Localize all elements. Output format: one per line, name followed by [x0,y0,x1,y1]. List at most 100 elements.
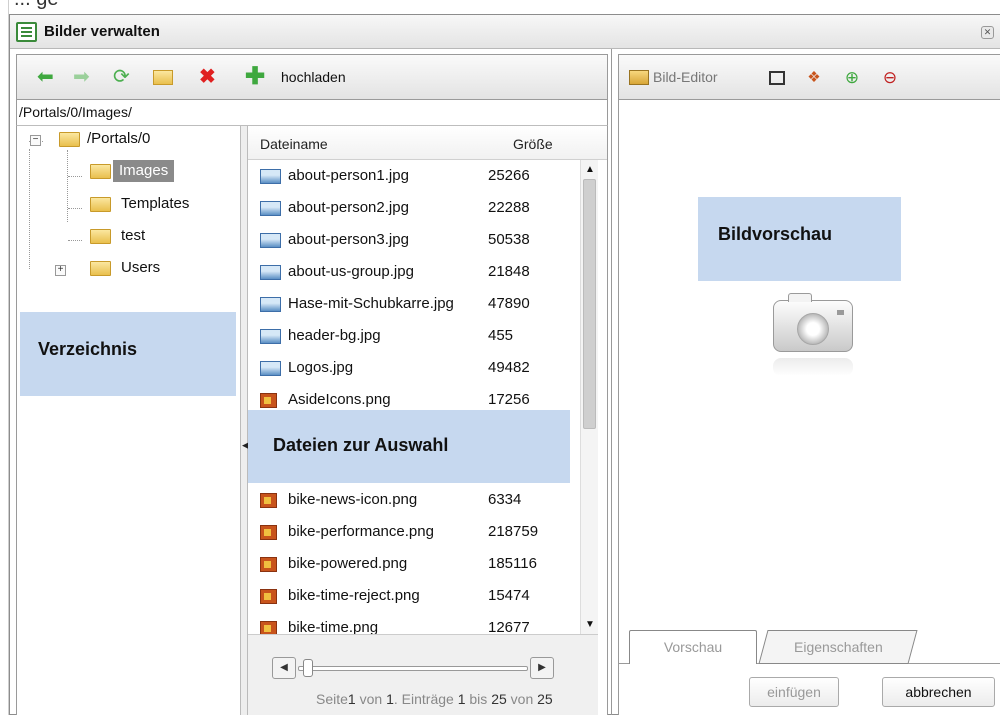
title-bar: Bilder verwalten ✕ [10,15,1000,49]
file-row[interactable]: bike-performance.png 218759 [260,520,580,544]
background-window-edge [0,0,9,715]
column-header-name[interactable]: Dateiname [260,136,328,152]
jpg-file-icon [260,201,281,216]
file-row[interactable]: about-person1.jpg 25266 [260,164,580,188]
file-size: 47890 [488,295,530,312]
file-name: bike-time-reject.png [288,587,420,604]
vertical-scrollbar[interactable]: ▲ ▼ [580,160,598,634]
file-row[interactable]: bike-powered.png 185116 [260,552,580,576]
jpg-file-icon [260,361,281,376]
horizontal-scroll-track[interactable] [298,666,528,671]
file-row[interactable]: about-person2.jpg 22288 [260,196,580,220]
camera-icon [773,293,853,352]
tab-vorschau[interactable]: Vorschau [629,630,757,664]
scroll-left-icon[interactable]: ◀ [272,657,296,679]
file-size: 218759 [488,523,539,540]
camera-reflection [773,358,853,376]
file-name: AsideIcons.png [288,391,391,408]
folder-tree: − /Portals/0 Images Templates test + Use… [16,126,241,715]
png-file-icon [260,393,277,408]
arrow-right-icon[interactable]: ➡ [73,66,90,88]
file-name: about-person1.jpg [288,167,409,184]
file-row[interactable]: bike-news-icon.png 6334 [260,488,580,512]
dialog-title: Bilder verwalten [44,23,160,40]
tree-collapse-toggle[interactable]: − [30,135,41,146]
file-name: bike-performance.png [288,523,434,540]
tree-item-templates[interactable]: Templates [121,193,189,215]
arrow-left-icon[interactable]: ⬅ [37,66,54,88]
folder-icon [90,229,111,244]
fit-to-window-icon[interactable] [769,71,785,85]
jpg-file-icon [260,265,281,280]
file-size: 21848 [488,263,530,280]
scroll-thumb[interactable] [583,179,596,429]
pane-splitter[interactable]: ◀ [240,126,249,715]
tree-item-root[interactable]: /Portals/0 [87,128,150,150]
file-name: about-person2.jpg [288,199,409,216]
file-name: about-us-group.jpg [288,263,414,280]
file-size: 15474 [488,587,530,604]
refresh-icon[interactable]: ⟳ [113,66,130,88]
file-name: about-person3.jpg [288,231,409,248]
zoom-out-icon[interactable]: ⊖ [881,69,899,87]
file-row[interactable]: bike-time-reject.png 15474 [260,584,580,608]
jpg-file-icon [260,233,281,248]
new-folder-icon[interactable] [153,66,173,88]
file-size: 25266 [488,167,530,184]
file-name: bike-powered.png [288,555,408,572]
tree-item-users[interactable]: Users [121,257,160,279]
tab-eigenschaften[interactable]: Eigenschaften [758,630,918,664]
file-name: header-bg.jpg [288,327,381,344]
file-row[interactable]: header-bg.jpg 455 [260,324,580,348]
png-file-icon [260,525,277,540]
pager-bar: ◀ ▶ Seite1 von 1. Einträge 1 bis 25 von … [248,634,598,715]
folder-icon [90,197,111,212]
column-header-size[interactable]: Größe [513,136,553,152]
scroll-down-icon[interactable]: ▼ [582,616,598,633]
tree-item-images[interactable]: Images [113,160,175,182]
preview-tabs: Vorschau Eigenschaften [618,620,1000,664]
file-name: bike-news-icon.png [288,491,418,508]
image-preview-area [618,100,1000,620]
close-button[interactable]: ✕ [981,26,994,39]
jpg-file-icon [260,329,281,344]
callout-verzeichnis: Verzeichnis [20,312,236,396]
delete-icon[interactable]: ✖ [199,66,216,88]
png-file-icon [260,589,277,604]
current-path: /Portals/0/Images/ [16,100,608,126]
image-editor-button[interactable]: Bild-Editor [653,69,718,85]
cancel-button[interactable]: abbrechen [882,677,995,707]
background-text-fragment: ... ge [14,0,58,11]
tree-item-test[interactable]: test [121,225,145,247]
zoom-in-icon[interactable]: ⊕ [843,69,861,87]
dialog-buttons: einfügen abbrechen [618,664,1000,715]
scroll-right-icon[interactable]: ▶ [530,657,554,679]
png-file-icon [260,493,277,508]
file-row[interactable]: AsideIcons.png 17256 [260,388,580,412]
image-editor-icon[interactable] [629,70,649,85]
folder-icon [59,132,80,147]
horizontal-scroll-thumb[interactable] [303,659,313,677]
file-row[interactable]: about-us-group.jpg 21848 [260,260,580,284]
preview-toolbar: Bild-Editor ❖ ⊕ ⊖ [618,54,1000,100]
file-size: 6334 [488,491,522,508]
insert-button[interactable]: einfügen [749,677,839,707]
folder-icon [90,261,111,276]
file-toolbar: ⬅ ➡ ⟳ ✖ ✚ hochladen [16,54,608,100]
file-row[interactable]: Logos.jpg 49482 [260,356,580,380]
file-size: 455 [488,327,514,344]
scroll-up-icon[interactable]: ▲ [582,161,598,178]
file-size: 17256 [488,391,530,408]
callout-bildvorschau: Bildvorschau [698,197,901,281]
plus-icon[interactable]: ✚ [245,65,265,89]
png-file-icon [260,557,277,572]
file-list-header: Dateiname Größe [248,126,607,160]
dialog-icon [16,22,37,42]
tree-expand-toggle[interactable]: + [55,265,66,276]
file-row[interactable]: about-person3.jpg 50538 [260,228,580,252]
upload-button[interactable]: hochladen [281,69,346,85]
actual-size-icon[interactable]: ❖ [805,69,823,87]
jpg-file-icon [260,169,281,184]
file-row[interactable]: Hase-mit-Schubkarre.jpg 47890 [260,292,580,316]
file-size: 22288 [488,199,530,216]
